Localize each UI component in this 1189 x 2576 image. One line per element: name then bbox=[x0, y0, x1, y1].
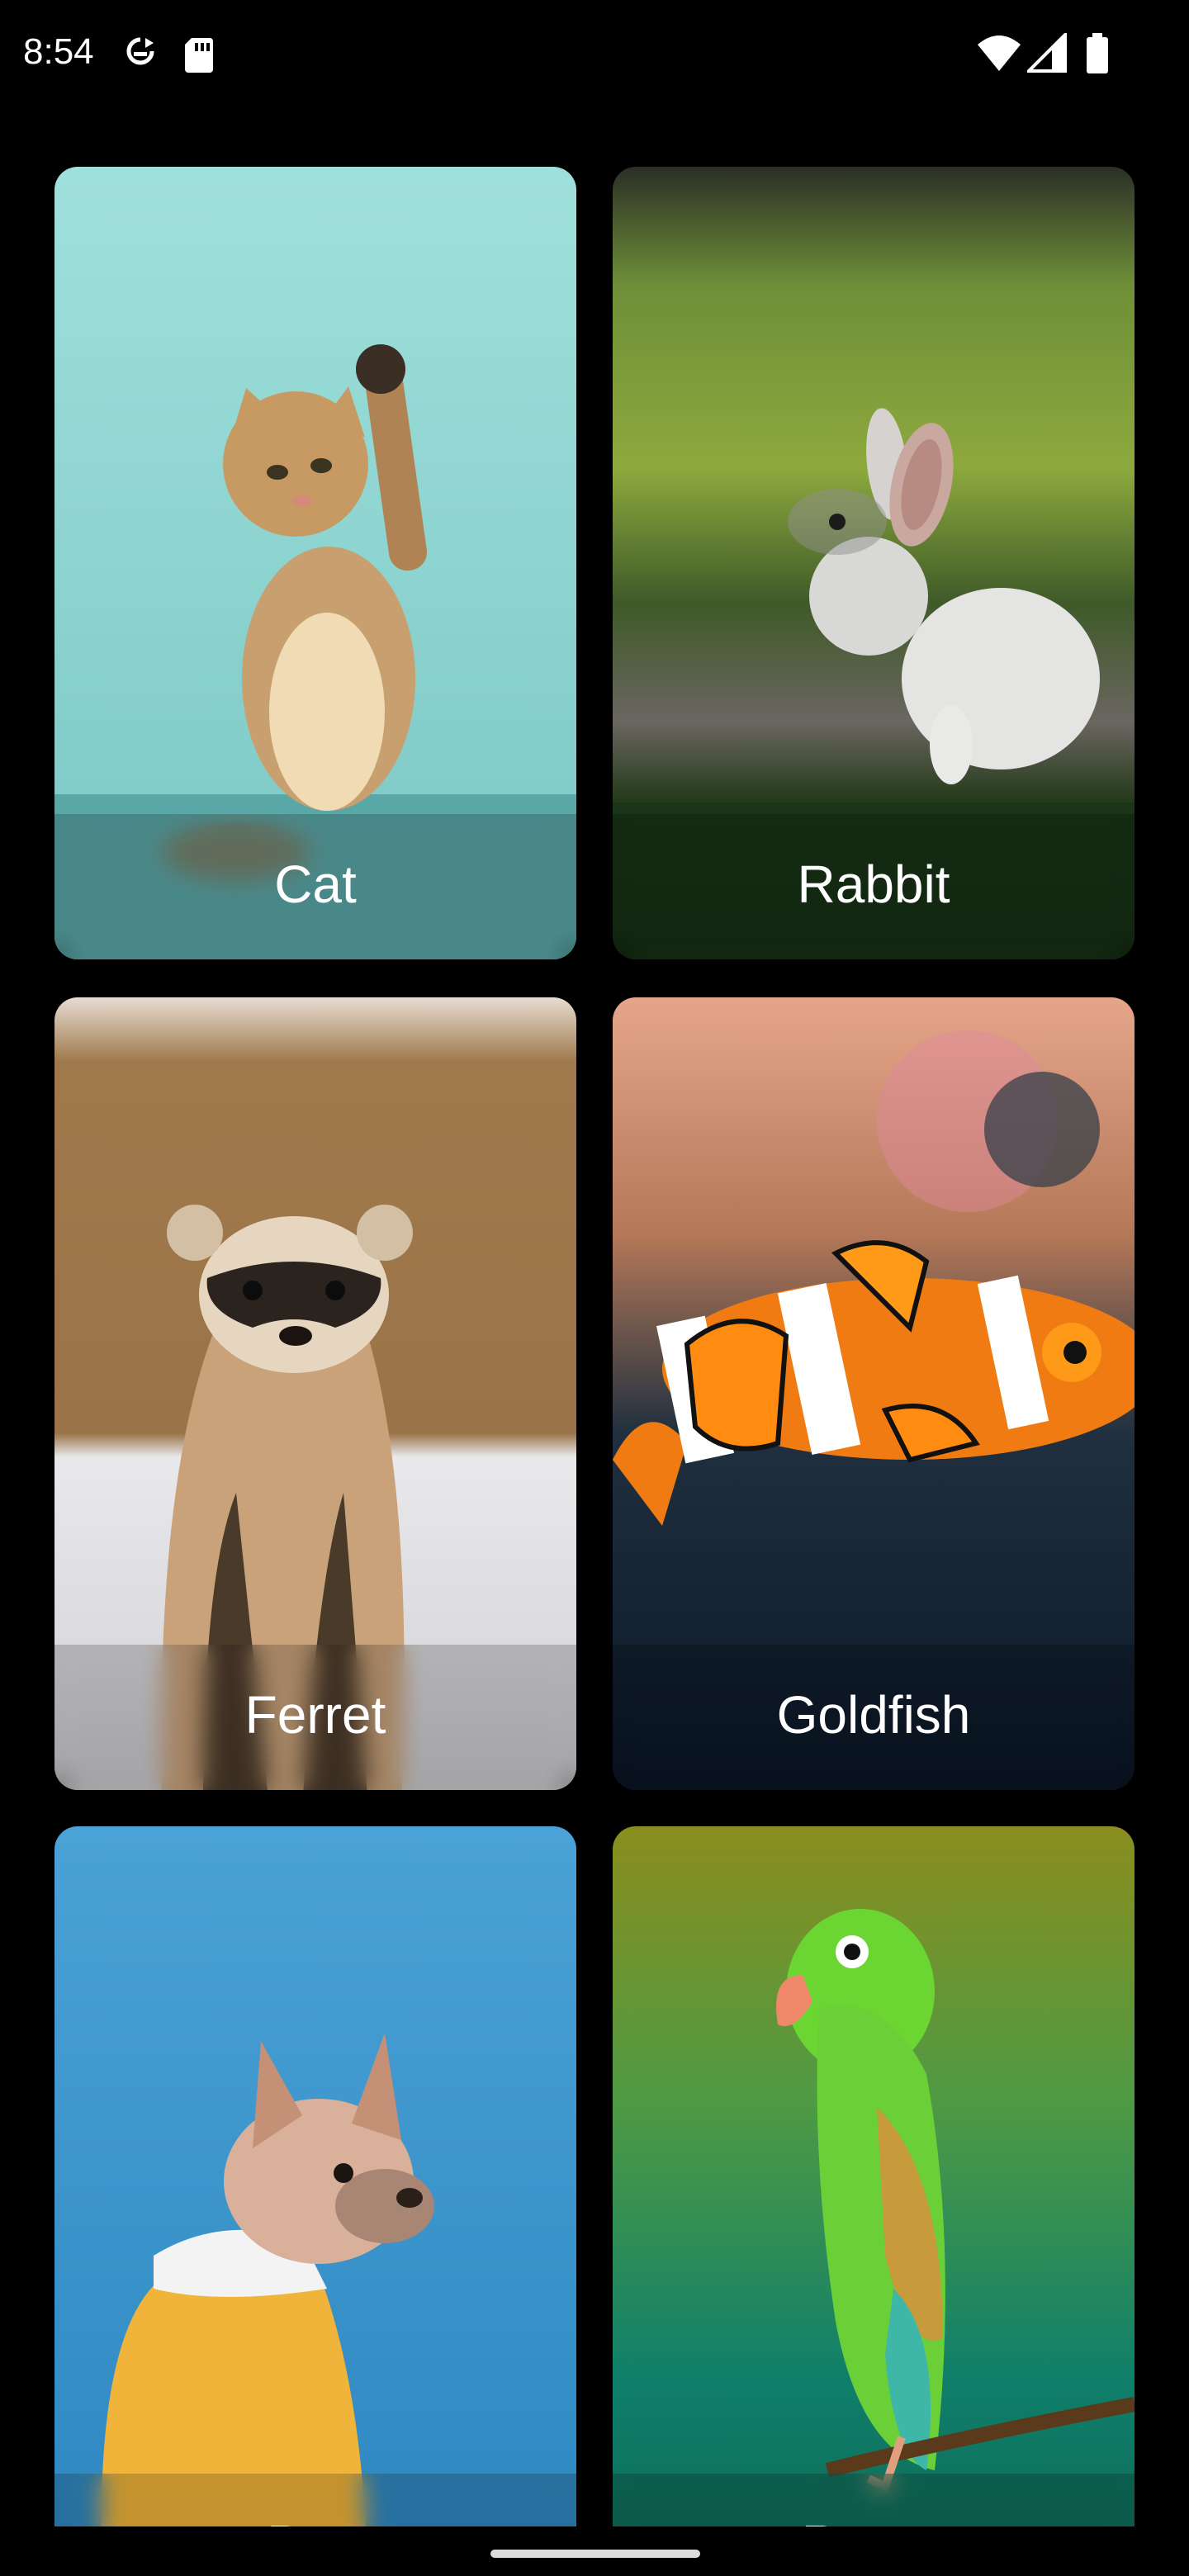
animal-card-dog[interactable]: Dog bbox=[54, 1826, 576, 2535]
animal-grid: Cat Rabbit Ferret Goldfish bbox=[0, 0, 1189, 2535]
card-label: Cat bbox=[274, 855, 357, 914]
gesture-nav-handle[interactable] bbox=[490, 2550, 700, 2558]
animal-card-ferret[interactable]: Ferret bbox=[54, 997, 576, 1790]
app-screen: 8:54 Cat Rabbit Ferret Goldfish bbox=[0, 0, 1189, 2576]
animal-card-cat[interactable]: Cat bbox=[54, 167, 576, 959]
card-label: Goldfish bbox=[776, 1685, 971, 1745]
animal-card-parrot[interactable]: Parrot bbox=[613, 1826, 1135, 2535]
animal-card-rabbit[interactable]: Rabbit bbox=[613, 167, 1135, 959]
animal-card-goldfish[interactable]: Goldfish bbox=[613, 997, 1135, 1790]
parrot-image bbox=[613, 1826, 1135, 2535]
card-label: Rabbit bbox=[797, 855, 950, 914]
dog-image bbox=[54, 1826, 576, 2535]
card-label: Ferret bbox=[244, 1685, 386, 1745]
